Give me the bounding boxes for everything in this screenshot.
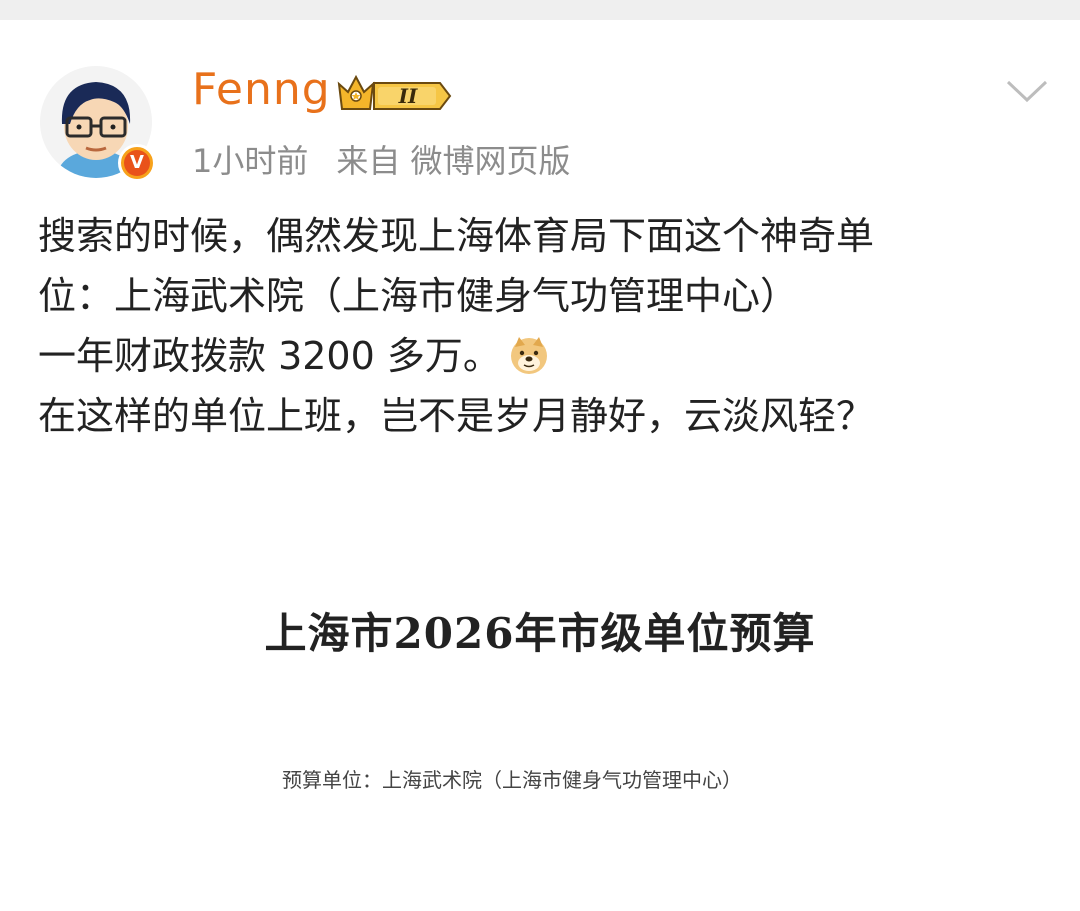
attachment-title[interactable]: 上海市2026年市级单位预算 <box>0 600 1080 661</box>
post-line-4: 在这样的单位上班，岂不是岁月静好，云淡风轻？ <box>38 394 875 438</box>
attachment-subtitle[interactable]: 预算单位：上海武术院（上海市健身气功管理中心） <box>282 764 742 793</box>
author-avatar-wrap[interactable]: V <box>40 66 156 182</box>
post-line-3: 一年财政拨款 3200 多万。 <box>38 326 1058 386</box>
doge-emoji-icon <box>509 332 549 374</box>
top-divider-bar <box>0 0 1080 20</box>
verified-badge-label: V <box>124 150 150 176</box>
chevron-down-icon[interactable] <box>1004 76 1050 106</box>
post-line-3-text: 一年财政拨款 3200 多万。 <box>38 334 501 378</box>
post-line-2: 位：上海武术院（上海市健身气功管理中心） <box>38 274 799 318</box>
post-body: 搜索的时候，偶然发现上海体育局下面这个神奇单 位：上海武术院（上海市健身气功管理… <box>38 206 1058 446</box>
level-label: II <box>398 84 418 108</box>
post-source[interactable]: 来自 微博网页版 <box>336 142 570 180</box>
post-time[interactable]: 1小时前 <box>192 142 308 180</box>
post-line-1: 搜索的时候，偶然发现上海体育局下面这个神奇单 <box>38 214 875 258</box>
crown-icon[interactable]: II <box>336 72 454 114</box>
verified-badge: V <box>118 144 156 182</box>
post-meta: 1小时前 来自 微博网页版 <box>192 136 571 182</box>
author-name[interactable]: Fenng <box>192 64 331 115</box>
